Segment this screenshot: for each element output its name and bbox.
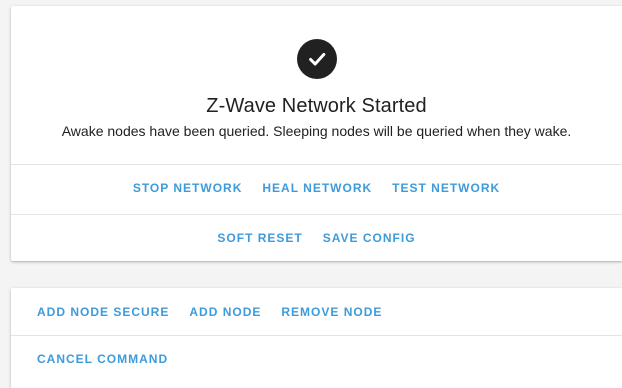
stop-network-button[interactable]: STOP NETWORK xyxy=(125,174,251,202)
test-network-button[interactable]: TEST NETWORK xyxy=(384,174,508,202)
network-actions: STOP NETWORK HEAL NETWORK TEST NETWORK xyxy=(11,164,622,211)
network-status: Z-Wave Network Started Awake nodes have … xyxy=(11,6,622,164)
node-actions: ADD NODE SECURE ADD NODE REMOVE NODE xyxy=(11,288,622,335)
cancel-command-button[interactable]: CANCEL COMMAND xyxy=(29,345,176,373)
add-node-secure-button[interactable]: ADD NODE SECURE xyxy=(29,298,177,326)
network-status-card: Z-Wave Network Started Awake nodes have … xyxy=(11,6,622,261)
soft-reset-button[interactable]: SOFT RESET xyxy=(209,224,310,252)
config-actions: SOFT RESET SAVE CONFIG xyxy=(11,214,622,261)
check-circle-icon xyxy=(296,39,337,79)
heal-network-button[interactable]: HEAL NETWORK xyxy=(254,174,380,202)
save-config-button[interactable]: SAVE CONFIG xyxy=(315,224,424,252)
remove-node-button[interactable]: REMOVE NODE xyxy=(273,298,390,326)
node-management-card: ADD NODE SECURE ADD NODE REMOVE NODE CAN… xyxy=(11,288,622,388)
add-node-button[interactable]: ADD NODE xyxy=(181,298,269,326)
cancel-actions: CANCEL COMMAND xyxy=(11,335,622,382)
status-message: Awake nodes have been queried. Sleeping … xyxy=(61,123,572,139)
status-title: Z-Wave Network Started xyxy=(206,95,427,117)
